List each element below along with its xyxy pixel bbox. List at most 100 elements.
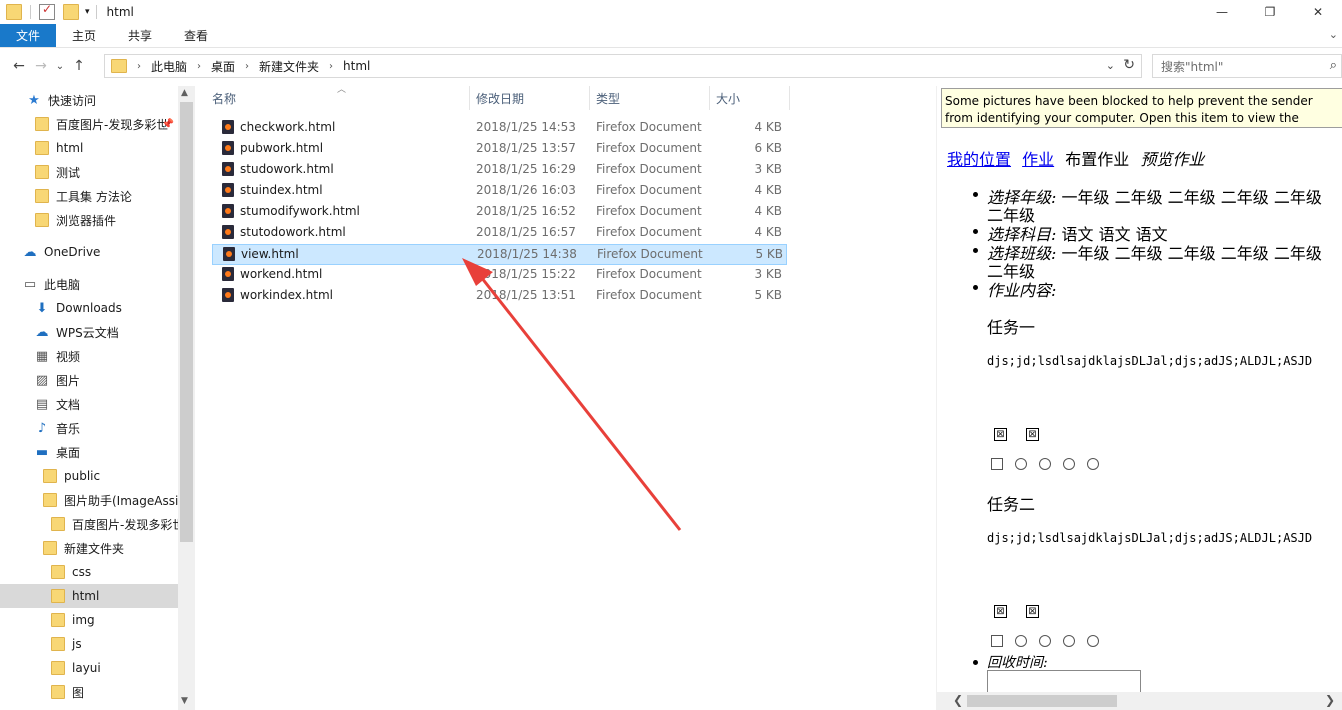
sidebar-item[interactable]: 图: [0, 680, 178, 704]
new-folder-icon[interactable]: [63, 4, 79, 20]
address-bar[interactable]: › 此电脑 › 桌面 › 新建文件夹 › html ⌄ ↻: [104, 54, 1142, 78]
scrollbar-thumb[interactable]: [180, 102, 193, 542]
up-button[interactable]: ↑: [68, 58, 90, 74]
tab-file[interactable]: 文件: [0, 24, 56, 47]
tab-view[interactable]: 查看: [168, 24, 224, 47]
sidebar-item[interactable]: html: [0, 584, 178, 608]
folder-shape: [51, 517, 65, 531]
sidebar-item[interactable]: 百度图片-发现多彩世 📌: [0, 112, 178, 136]
task-two-radio[interactable]: [1087, 635, 1099, 647]
customize-toolbar-icon[interactable]: ▾: [85, 7, 90, 17]
refresh-icon[interactable]: ↻: [1123, 57, 1135, 73]
scroll-down-icon[interactable]: ▼: [181, 696, 188, 706]
sidebar-item[interactable]: ▬ 桌面: [0, 440, 178, 464]
scroll-right-icon[interactable]: ❯: [1325, 693, 1335, 707]
column-header-size[interactable]: 大小: [710, 86, 790, 110]
sidebar-item[interactable]: 百度图片-发现多彩世: [0, 512, 184, 536]
file-row[interactable]: checkwork.html 2018/1/25 14:53 Firefox Doc…: [212, 118, 787, 139]
file-name: stumodifywork.html: [240, 204, 360, 218]
sidebar-item[interactable]: ♪ 音乐: [0, 416, 178, 440]
scroll-left-icon[interactable]: ❮: [953, 693, 963, 707]
column-header-date[interactable]: 修改日期: [470, 86, 590, 110]
divider: [30, 5, 31, 19]
task-one-radio[interactable]: [1039, 458, 1051, 470]
task-two-radio[interactable]: [1015, 635, 1027, 647]
sidebar-item[interactable]: 图片助手(ImageAssis: [0, 488, 185, 512]
file-row[interactable]: workend.html 2018/1/25 15:22 Firefox Docum…: [212, 265, 787, 286]
task-one-radio[interactable]: [1063, 458, 1075, 470]
file-size: 6 KB: [754, 141, 782, 155]
sidebar-item[interactable]: ▭ 此电脑: [0, 272, 178, 296]
folder-icon[interactable]: [6, 4, 22, 20]
file-row[interactable]: stuindex.html 2018/1/26 16:03 Firefox Docu…: [212, 181, 787, 202]
navigation-scrollbar[interactable]: ▲ ▼: [178, 86, 195, 710]
sidebar-item[interactable]: ▨ 图片: [0, 368, 178, 392]
back-button[interactable]: ←: [8, 58, 30, 74]
file-row[interactable]: stumodifywork.html 2018/1/25 16:52 Firefox…: [212, 202, 787, 223]
sidebar-item[interactable]: img: [0, 608, 178, 632]
file-date: 2018/1/25 16:29: [476, 162, 576, 176]
close-button[interactable]: ✕: [1294, 0, 1342, 24]
file-row[interactable]: stutodowork.html 2018/1/25 16:57 Firefox D…: [212, 223, 787, 244]
sidebar-item[interactable]: ▤ 文档: [0, 392, 178, 416]
breadcrumb-desktop[interactable]: 桌面: [211, 58, 235, 75]
sidebar-item[interactable]: 测试: [0, 160, 178, 184]
sidebar-item[interactable]: html: [0, 136, 178, 160]
task-one-radio[interactable]: [1087, 458, 1099, 470]
sidebar-item[interactable]: ★ 快速访问: [0, 88, 178, 112]
recent-locations-button[interactable]: ⌄: [52, 61, 68, 72]
sidebar-item[interactable]: 浏览器插件: [0, 208, 178, 232]
breadcrumb-new-folder[interactable]: 新建文件夹: [259, 58, 319, 75]
chevron-right-icon[interactable]: ›: [245, 61, 249, 72]
chevron-right-icon[interactable]: ›: [137, 61, 141, 72]
broken-image-icon: ⊠: [1026, 428, 1039, 441]
tab-home[interactable]: 主页: [56, 24, 112, 47]
task-two-radio[interactable]: [1039, 635, 1051, 647]
file-type: Firefox Document: [597, 247, 703, 261]
sidebar-item[interactable]: 新建文件夹: [0, 536, 178, 560]
pin-icon[interactable]: 📌: [162, 119, 174, 130]
star-icon: ★: [28, 92, 40, 108]
sidebar-item[interactable]: public: [0, 464, 178, 488]
sidebar-item[interactable]: 工具集 方法论: [0, 184, 178, 208]
sidebar-item[interactable]: js: [0, 632, 178, 656]
sidebar-item[interactable]: css: [0, 560, 178, 584]
task-one-radio[interactable]: [1015, 458, 1027, 470]
minimize-button[interactable]: —: [1198, 0, 1246, 24]
task-two-radio[interactable]: [1063, 635, 1075, 647]
maximize-button[interactable]: ❐: [1246, 0, 1294, 24]
ribbon-expand-icon[interactable]: ⌄: [1329, 28, 1338, 41]
chevron-right-icon[interactable]: ›: [197, 61, 201, 72]
sidebar-item[interactable]: ⬇ Downloads: [0, 296, 178, 320]
properties-icon[interactable]: ✓: [39, 2, 55, 20]
recycle-time-input[interactable]: [987, 670, 1141, 694]
column-header-type[interactable]: 类型: [590, 86, 710, 110]
task-one-checkbox[interactable]: [991, 458, 1003, 470]
file-row[interactable]: workindex.html 2018/1/25 13:51 Firefox Doc…: [212, 286, 787, 307]
scrollbar-thumb[interactable]: [967, 695, 1117, 707]
search-icon[interactable]: ⌕: [1330, 58, 1337, 73]
breadcrumb-html[interactable]: html: [343, 59, 370, 73]
file-date: 2018/1/25 14:53: [476, 120, 576, 134]
tab-share[interactable]: 共享: [112, 24, 168, 47]
file-row[interactable]: pubwork.html 2018/1/25 13:57 Firefox Docum…: [212, 139, 787, 160]
scroll-up-icon[interactable]: ▲: [181, 88, 188, 98]
sidebar-item[interactable]: ☁ WPS云文档: [0, 320, 178, 344]
file-row[interactable]: view.html 2018/1/25 14:38 Firefox Document…: [212, 244, 787, 265]
folder-icon: [111, 59, 127, 73]
search-input[interactable]: 搜索"html" ⌕: [1152, 54, 1342, 78]
sidebar-item[interactable]: ☁ OneDrive: [0, 240, 178, 264]
forward-button[interactable]: →: [30, 58, 52, 74]
task-two-checkbox[interactable]: [991, 635, 1003, 647]
blocked-pictures-infobar[interactable]: Some pictures have been blocked to help …: [941, 88, 1342, 128]
sidebar-item[interactable]: layui: [0, 656, 178, 680]
column-header-name[interactable]: 名称: [206, 86, 470, 110]
sidebar-item[interactable]: ▦ 视频: [0, 344, 178, 368]
preview-horizontal-scrollbar[interactable]: ❮ ❯: [937, 692, 1342, 710]
address-dropdown-icon[interactable]: ⌄: [1106, 59, 1115, 72]
link-my-location[interactable]: 我的位置: [947, 150, 1011, 169]
breadcrumb-this-pc[interactable]: 此电脑: [151, 58, 187, 75]
file-row[interactable]: studowork.html 2018/1/25 16:29 Firefox Doc…: [212, 160, 787, 181]
chevron-right-icon[interactable]: ›: [329, 61, 333, 72]
link-homework[interactable]: 作业: [1022, 150, 1054, 169]
